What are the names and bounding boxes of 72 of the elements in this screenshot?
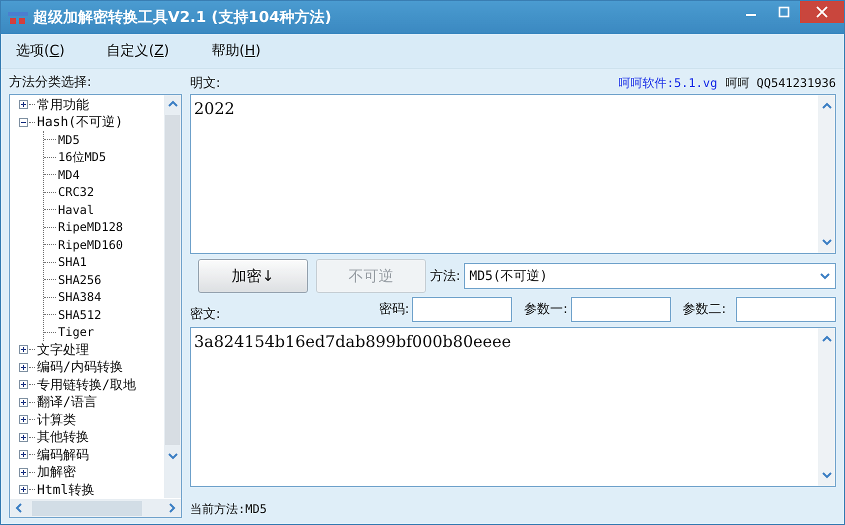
tree-item[interactable]: SHA512: [58, 308, 102, 322]
method-dropdown[interactable]: MD5(不可逆): [464, 263, 836, 289]
scrollbar[interactable]: [164, 95, 181, 498]
menu-item[interactable]: 帮助(H): [205, 40, 267, 62]
menu-item[interactable]: 选项(C): [10, 40, 71, 62]
tree-item[interactable]: CRC32: [58, 185, 94, 200]
param-label: 参数二:: [682, 301, 726, 318]
tree-item[interactable]: 编码/内码转换: [37, 358, 123, 376]
tree-item[interactable]: 翻译/语言: [37, 393, 97, 412]
ciphertext-area[interactable]: 3a824154b16ed7dab899bf000b80eeee: [190, 327, 836, 487]
chevron-down-icon[interactable]: [820, 470, 832, 480]
tree-item[interactable]: Hash(不可逆): [37, 113, 123, 132]
collapse-icon[interactable]: [19, 118, 28, 127]
tree-item[interactable]: RipeMD128: [58, 220, 124, 234]
maximize-icon[interactable]: [778, 6, 790, 18]
tree-label: 方法分类选择:: [9, 74, 92, 91]
tree-item[interactable]: MD5: [58, 132, 80, 147]
input-field[interactable]: [570, 296, 671, 322]
tree-item[interactable]: Haval: [58, 202, 94, 217]
chevron-down-icon[interactable]: [820, 237, 832, 247]
expand-icon[interactable]: [19, 362, 28, 372]
method-label: 方法:: [430, 268, 460, 285]
software-link[interactable]: 呵呵软件:5.1.vg: [618, 75, 718, 92]
tree-item[interactable]: SHA1: [58, 255, 87, 270]
tree-item[interactable]: 16位MD5: [58, 148, 106, 166]
chevron-down-icon[interactable]: [819, 271, 831, 281]
tree-item[interactable]: Tiger: [58, 325, 94, 340]
expand-icon[interactable]: [19, 485, 28, 494]
chevron-left-icon[interactable]: [14, 502, 24, 514]
tree-item[interactable]: 文字处理: [37, 340, 89, 359]
tree-item[interactable]: 编码解码: [37, 446, 89, 464]
param-label: 密码:: [378, 301, 410, 318]
status-text: 当前方法:MD5: [190, 501, 268, 518]
expand-icon[interactable]: [19, 380, 28, 390]
chevron-up-icon[interactable]: [820, 101, 832, 111]
ciphertext-value: 3a824154b16ed7dab899bf000b80eeee: [193, 331, 512, 353]
tree-item[interactable]: 计算类: [37, 410, 76, 429]
expand-icon[interactable]: [19, 415, 28, 424]
param-label: 参数一:: [524, 301, 568, 318]
encrypt-button[interactable]: 加密↓: [198, 259, 308, 293]
plaintext-value: 2022: [193, 98, 236, 120]
plaintext-label: 明文:: [190, 75, 220, 92]
scrollbar[interactable]: [10, 498, 181, 517]
tree-item[interactable]: RipeMD160: [58, 238, 124, 252]
chevron-right-icon[interactable]: [167, 502, 177, 514]
tree-item[interactable]: 常用功能: [37, 96, 89, 114]
method-value: MD5(不可逆): [469, 268, 548, 285]
tree-item[interactable]: Html转换: [37, 480, 94, 498]
ciphertext-label: 密文:: [190, 306, 220, 323]
tree-item[interactable]: SHA256: [58, 272, 102, 287]
window-title: 超级加解密转换工具V2.1 (支持104种方法): [33, 8, 332, 27]
close-button[interactable]: [800, 1, 844, 23]
expand-icon[interactable]: [19, 345, 28, 354]
menu-item[interactable]: 自定义(Z): [100, 40, 176, 62]
expand-icon[interactable]: [19, 100, 28, 110]
expand-icon[interactable]: [19, 468, 28, 477]
tree-item[interactable]: SHA384: [58, 290, 102, 304]
expand-icon[interactable]: [19, 450, 28, 460]
input-field[interactable]: [736, 296, 836, 322]
contact-text: 呵呵 QQ541231936: [725, 75, 836, 92]
expand-icon[interactable]: [19, 432, 28, 442]
tree-item[interactable]: 其他转换: [37, 428, 89, 446]
close-icon[interactable]: [816, 6, 828, 18]
tree-item[interactable]: MD4: [58, 168, 80, 182]
tree-item[interactable]: 加解密: [37, 463, 76, 482]
chevron-up-icon[interactable]: [820, 334, 832, 344]
chevron-down-icon[interactable]: [166, 451, 178, 461]
plaintext-area[interactable]: 2022: [190, 94, 836, 254]
tree-item[interactable]: 专用链转换/取地: [37, 376, 136, 394]
expand-icon[interactable]: [19, 398, 28, 407]
input-field[interactable]: [412, 296, 512, 322]
chevron-up-icon[interactable]: [166, 99, 178, 109]
